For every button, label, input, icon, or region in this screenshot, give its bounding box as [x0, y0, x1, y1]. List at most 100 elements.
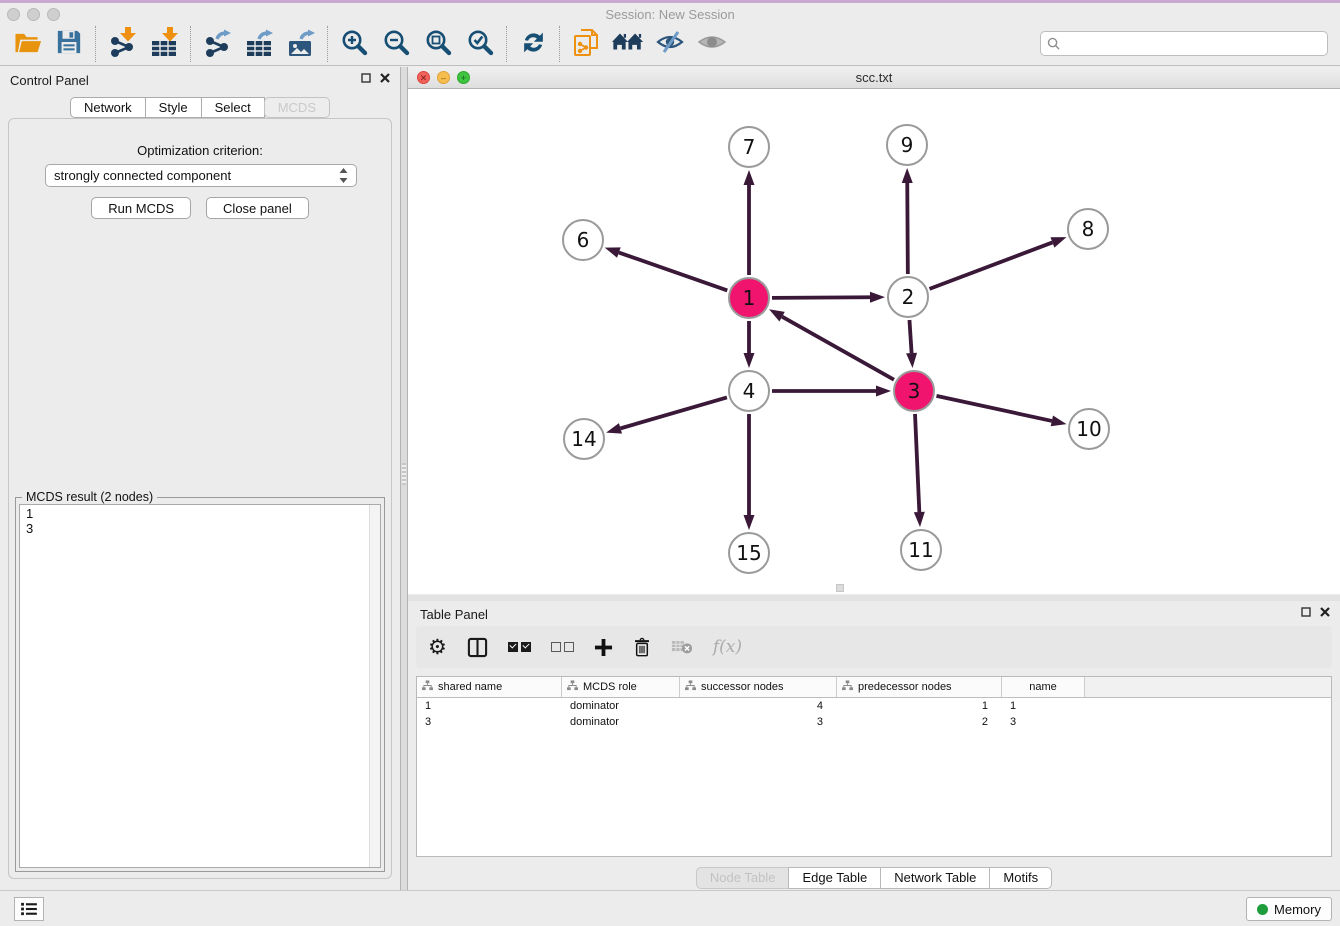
tab-node-table[interactable]: Node Table: [696, 867, 790, 889]
edge-arrowhead: [914, 512, 925, 527]
canvas-grip[interactable]: [836, 584, 844, 592]
node-table: shared nameMCDS rolesuccessor nodesprede…: [416, 676, 1332, 857]
edge-3-11[interactable]: [914, 414, 925, 527]
zoom-selected-button[interactable]: [459, 25, 501, 63]
tab-mcds[interactable]: MCDS: [264, 97, 330, 118]
column-header-name[interactable]: name: [1002, 677, 1085, 697]
edge-2-3[interactable]: [906, 320, 917, 368]
apply-layout-button[interactable]: [512, 25, 554, 63]
tab-motifs[interactable]: Motifs: [989, 867, 1052, 889]
control-panel-header: Control Panel: [0, 67, 400, 93]
float-panel-icon[interactable]: [1301, 607, 1311, 617]
select-chevrons-icon: [339, 168, 348, 183]
export-table-button[interactable]: [238, 25, 280, 63]
table-cell[interactable]: dominator: [562, 716, 680, 728]
table-panel-title: Table Panel: [420, 607, 488, 622]
graph-node-4[interactable]: 4: [728, 370, 770, 412]
search-input[interactable]: [1065, 36, 1321, 51]
close-panel-icon[interactable]: [380, 73, 390, 83]
edge-3-10[interactable]: [936, 396, 1066, 426]
graph-node-3[interactable]: 3: [893, 370, 935, 412]
column-header-MCDS-role[interactable]: MCDS role: [562, 677, 680, 697]
edge-1-6[interactable]: [605, 247, 728, 290]
open-file-button[interactable]: [6, 25, 48, 63]
table-row-1[interactable]: 1dominator411: [417, 698, 1331, 714]
run-mcds-button[interactable]: Run MCDS: [91, 197, 191, 219]
tab-select[interactable]: Select: [201, 97, 265, 118]
tab-network[interactable]: Network: [70, 97, 146, 118]
optimization-criterion-select[interactable]: strongly connected component: [45, 164, 357, 187]
table-row-2[interactable]: 3dominator323: [417, 714, 1331, 730]
network-canvas[interactable]: 7 9 6 8 1 2 4 3 14 10 15 11: [408, 89, 1340, 594]
graph-node-2[interactable]: 2: [887, 276, 929, 318]
close-panel-icon[interactable]: [1320, 607, 1330, 617]
zoom-fit-button[interactable]: [417, 25, 459, 63]
edge-1-4[interactable]: [744, 321, 755, 368]
edge-1-7[interactable]: [744, 170, 755, 275]
close-panel-button[interactable]: Close panel: [206, 197, 309, 219]
settings-gear-icon[interactable]: ⚙: [428, 632, 447, 662]
clone-network-button[interactable]: [565, 25, 607, 63]
vertical-splitter[interactable]: [400, 67, 408, 890]
table-cell[interactable]: 2: [837, 716, 1002, 728]
show-eye-button[interactable]: [691, 25, 733, 63]
table-cell[interactable]: dominator: [562, 700, 680, 712]
table-cell[interactable]: 1: [837, 700, 1002, 712]
float-panel-icon[interactable]: [361, 73, 371, 83]
edge-arrowhead: [744, 515, 755, 530]
edge-3-1[interactable]: [769, 309, 894, 379]
edge-2-9[interactable]: [902, 168, 913, 274]
edge-4-3[interactable]: [772, 386, 891, 397]
mcds-result-textarea[interactable]: 1 3: [20, 505, 368, 867]
table-cell[interactable]: 1: [1002, 700, 1085, 712]
zoom-out-button[interactable]: [375, 25, 417, 63]
graph-node-1[interactable]: 1: [728, 277, 770, 319]
function-builder-icon[interactable]: f(x): [713, 632, 742, 662]
graph-node-15[interactable]: 15: [728, 532, 770, 574]
graph-node-8[interactable]: 8: [1067, 208, 1109, 250]
export-image-button[interactable]: [280, 25, 322, 63]
edge-arrowhead: [1051, 416, 1067, 427]
graph-node-9[interactable]: 9: [886, 124, 928, 166]
hide-eye-button[interactable]: [649, 25, 691, 63]
show-columns-icon[interactable]: [467, 632, 488, 662]
table-cell[interactable]: 3: [417, 716, 562, 728]
table-cell[interactable]: 1: [417, 700, 562, 712]
delete-columns-icon[interactable]: [633, 632, 651, 662]
column-header-predecessor-nodes[interactable]: predecessor nodes: [837, 677, 1002, 697]
select-all-columns-icon[interactable]: [508, 632, 531, 662]
graph-node-11[interactable]: 11: [900, 529, 942, 571]
edge-2-8[interactable]: [930, 237, 1067, 289]
graph-node-14[interactable]: 14: [563, 418, 605, 460]
import-network-button[interactable]: [101, 25, 143, 63]
save-session-button[interactable]: [48, 25, 90, 63]
table-cell[interactable]: 3: [680, 716, 837, 728]
home-button[interactable]: [607, 25, 649, 63]
add-column-icon[interactable]: [594, 632, 613, 662]
tab-edge-table[interactable]: Edge Table: [788, 867, 881, 889]
unselect-all-columns-icon[interactable]: [551, 632, 574, 662]
tab-style[interactable]: Style: [145, 97, 202, 118]
zoom-out-icon: [382, 28, 410, 59]
import-table-button[interactable]: [143, 25, 185, 63]
table-cell[interactable]: 3: [1002, 716, 1085, 728]
task-history-button[interactable]: [14, 897, 44, 921]
table-cell[interactable]: 4: [680, 700, 837, 712]
clone-network-icon: [571, 27, 601, 60]
column-header-successor-nodes[interactable]: successor nodes: [680, 677, 837, 697]
graph-node-7[interactable]: 7: [728, 126, 770, 168]
search-box[interactable]: [1040, 31, 1328, 56]
graph-node-10[interactable]: 10: [1068, 408, 1110, 450]
edge-4-14[interactable]: [606, 397, 727, 433]
result-scrollbar[interactable]: [369, 505, 380, 867]
column-header-shared-name[interactable]: shared name: [417, 677, 562, 697]
delete-table-icon[interactable]: [671, 632, 693, 662]
zoom-fit-icon: [424, 28, 452, 59]
tab-network-table[interactable]: Network Table: [880, 867, 990, 889]
edge-4-15[interactable]: [744, 414, 755, 530]
edge-1-2[interactable]: [772, 292, 885, 303]
zoom-in-button[interactable]: [333, 25, 375, 63]
memory-button[interactable]: Memory: [1246, 897, 1332, 921]
export-network-button[interactable]: [196, 25, 238, 63]
graph-node-6[interactable]: 6: [562, 219, 604, 261]
